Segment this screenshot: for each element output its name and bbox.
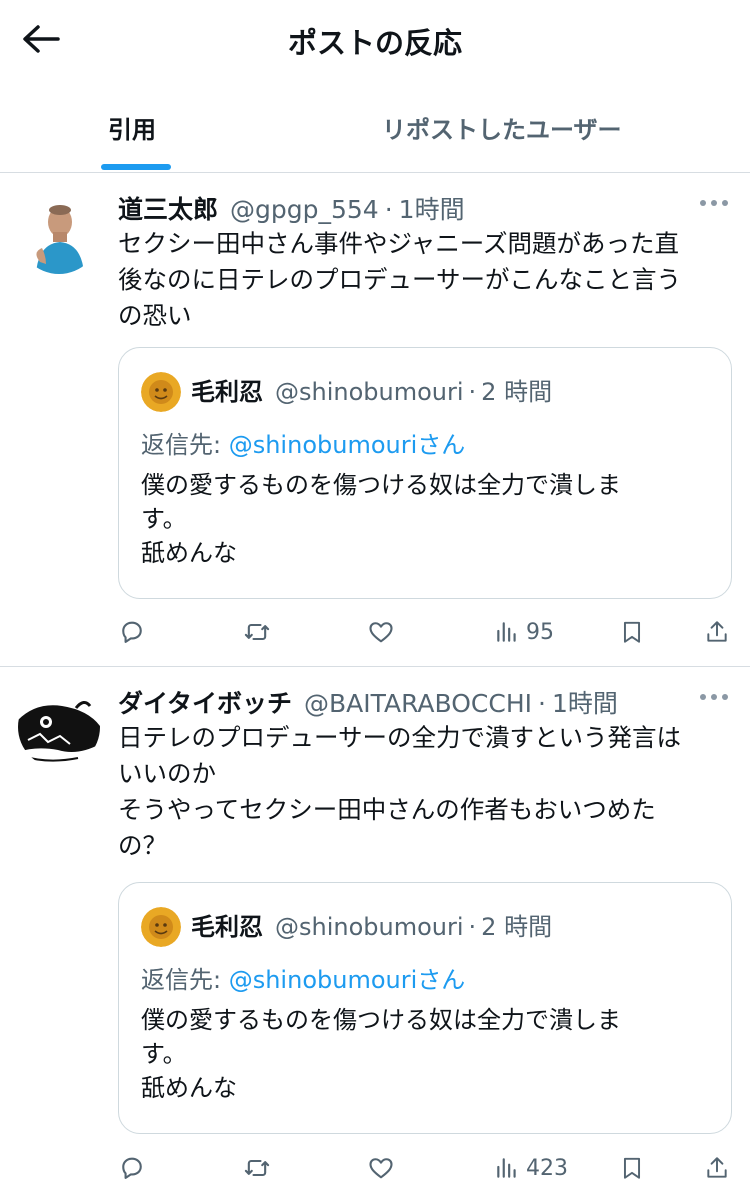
post-text: セクシー田中さん事件やジャニーズ問題があった直 後なのに日テレのプロデューサーが… xyxy=(118,229,682,330)
like-button[interactable] xyxy=(367,1150,395,1186)
like-button[interactable] xyxy=(367,614,395,650)
quoted-post[interactable]: 毛利忍 @shinobumouri · 2 時間 返信先: @shinobumo… xyxy=(118,347,732,599)
post-header: 道三太郎 @gpgp_554 · 1時間 xyxy=(118,190,465,224)
reply-to-label: 返信先: xyxy=(141,431,229,459)
post-item[interactable]: ダイタイボッチ @BAITARABOCCHI · 1時間 日テレのプロデューサー… xyxy=(0,668,750,1193)
quoted-author-name: 毛利忍 xyxy=(191,378,263,406)
action-bar: 95 xyxy=(0,614,750,650)
repost-icon xyxy=(244,1159,270,1177)
reply-button[interactable] xyxy=(118,1150,146,1186)
heart-icon xyxy=(369,1158,393,1179)
more-dots-icon[interactable] xyxy=(700,200,728,206)
tab-quotes[interactable]: 引用 xyxy=(108,96,156,172)
quoted-avatar xyxy=(141,372,181,412)
quoted-author-handle: @shinobumouri xyxy=(275,378,464,406)
quoted-post-time: 2 時間 xyxy=(481,378,553,406)
bookmark-button[interactable] xyxy=(619,1150,645,1186)
tab-bar: 引用 リポストしたユーザー xyxy=(0,96,750,173)
bookmark-button[interactable] xyxy=(619,614,645,650)
quoted-header: 毛利忍 @shinobumouri · 2 時間 xyxy=(191,907,552,942)
reply-honorific: さん xyxy=(417,966,466,994)
views-button[interactable]: 95 xyxy=(494,614,554,650)
repost-button[interactable] xyxy=(243,1150,271,1186)
share-button[interactable] xyxy=(704,614,730,650)
bookmark-icon xyxy=(623,621,641,643)
reply-button[interactable] xyxy=(118,614,146,650)
quoted-author-handle: @shinobumouri xyxy=(275,913,464,941)
separator-dot: · xyxy=(468,913,477,941)
reply-mention-link[interactable]: @shinobumouri xyxy=(229,431,418,459)
post-time[interactable]: 1時間 xyxy=(399,190,465,226)
quoted-post-text: 僕の愛するものを傷つける奴は全力で潰しま す。 舐めんな xyxy=(141,471,621,567)
quoted-post-text: 僕の愛するものを傷つける奴は全力で潰しま す。 舐めんな xyxy=(141,1006,621,1102)
top-bar: ポストの反応 xyxy=(0,0,750,82)
post-text: 日テレのプロデューサーの全力で潰すという発言は いいのか そうやってセクシー田中… xyxy=(118,723,682,860)
quoted-header: 毛利忍 @shinobumouri · 2 時間 xyxy=(191,372,552,407)
views-chart-icon xyxy=(497,622,516,642)
page-title: ポストの反応 xyxy=(287,26,462,60)
quoted-author-name: 毛利忍 xyxy=(191,913,263,941)
quoted-post-time: 2 時間 xyxy=(481,913,553,941)
avatar[interactable] xyxy=(18,192,100,274)
repost-button[interactable] xyxy=(243,614,271,650)
views-count: 95 xyxy=(526,619,554,645)
share-icon xyxy=(707,1157,727,1178)
author-name[interactable]: 道三太郎 xyxy=(118,190,218,226)
author-name[interactable]: ダイタイボッチ xyxy=(118,684,292,720)
views-chart-icon xyxy=(497,1158,516,1178)
reply-icon xyxy=(122,621,142,643)
views-button[interactable]: 423 xyxy=(494,1150,568,1186)
share-button[interactable] xyxy=(704,1150,730,1186)
reply-to-line: 返信先: @shinobumouriさん xyxy=(141,425,465,460)
active-tab-indicator xyxy=(101,164,171,170)
reply-icon xyxy=(122,1157,142,1179)
reply-mention-link[interactable]: @shinobumouri xyxy=(229,966,418,994)
reply-to-line: 返信先: @shinobumouriさん xyxy=(141,960,465,995)
bookmark-icon xyxy=(623,1157,641,1179)
separator-dot: · xyxy=(468,378,477,406)
post-time[interactable]: 1時間 xyxy=(552,684,618,720)
post-item[interactable]: 道三太郎 @gpgp_554 · 1時間 セクシー田中さん事件やジャニーズ問題が… xyxy=(0,174,750,667)
separator-dot: · xyxy=(384,195,393,224)
avatar[interactable] xyxy=(18,686,100,768)
more-dots-icon[interactable] xyxy=(700,694,728,700)
action-bar: 423 xyxy=(0,1150,750,1186)
author-handle[interactable]: @BAITARABOCCHI xyxy=(304,689,532,718)
author-handle[interactable]: @gpgp_554 xyxy=(230,195,379,224)
reply-to-label: 返信先: xyxy=(141,966,229,994)
views-count: 423 xyxy=(526,1155,568,1181)
share-icon xyxy=(707,621,727,642)
separator-dot: · xyxy=(538,689,546,718)
tab-reposted-users[interactable]: リポストしたユーザー xyxy=(382,96,622,172)
quoted-post[interactable]: 毛利忍 @shinobumouri · 2 時間 返信先: @shinobumo… xyxy=(118,882,732,1134)
quoted-avatar xyxy=(141,907,181,947)
post-header: ダイタイボッチ @BAITARABOCCHI · 1時間 xyxy=(118,684,618,718)
repost-icon xyxy=(244,623,270,641)
heart-icon xyxy=(369,622,393,643)
reply-honorific: さん xyxy=(417,431,466,459)
